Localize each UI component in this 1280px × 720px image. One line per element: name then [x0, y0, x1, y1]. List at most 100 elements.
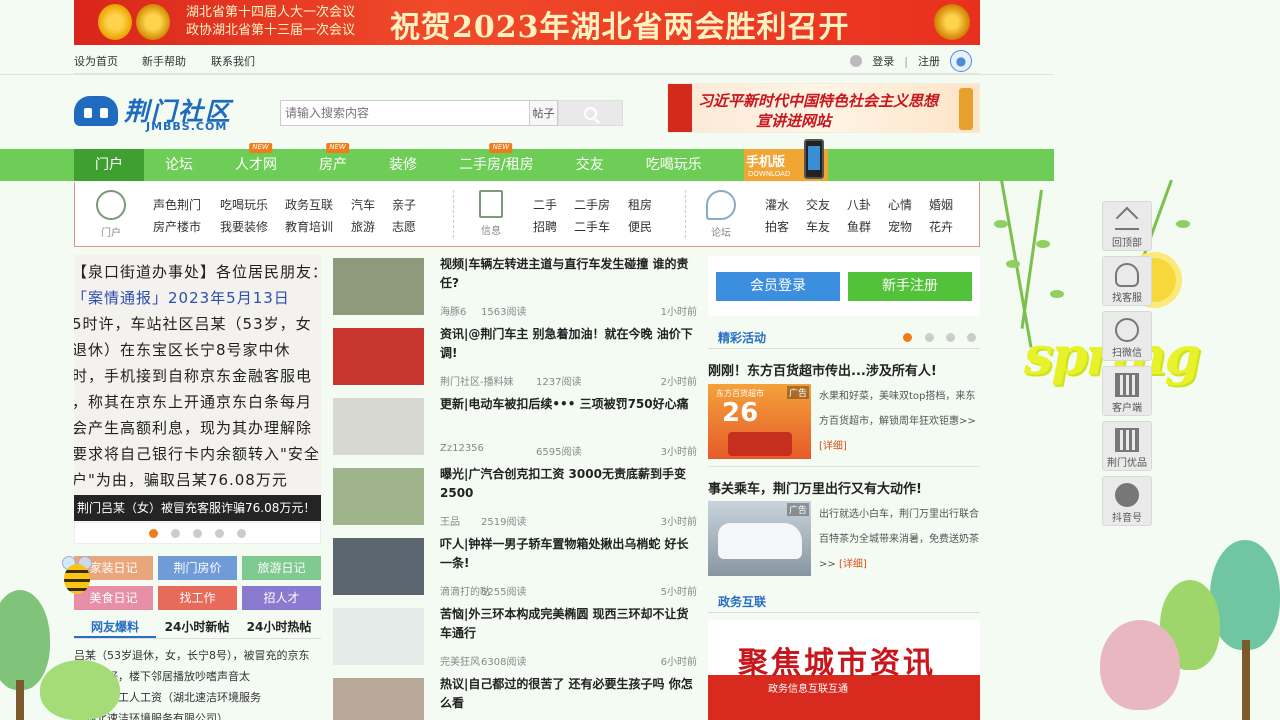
news-thumbnail[interactable]	[333, 608, 424, 665]
portal-group[interactable]: 门户	[93, 190, 129, 239]
news-author[interactable]: 海豚6	[440, 303, 466, 318]
nav-item[interactable]: 人才网 NEW	[214, 143, 298, 181]
search-input[interactable]	[280, 100, 530, 126]
subnav-link[interactable]: 旅游	[351, 218, 375, 235]
subnav-link[interactable]: 灌水	[765, 196, 789, 213]
carousel-dot[interactable]	[967, 333, 976, 342]
news-author[interactable]: 王品	[440, 513, 460, 528]
help-link[interactable]: 新手帮助	[142, 53, 186, 69]
subnav-link[interactable]: 声色荆门	[153, 196, 201, 213]
search-button[interactable]	[558, 100, 623, 126]
register-link[interactable]: 注册	[918, 53, 940, 69]
slider-dot[interactable]	[149, 528, 158, 538]
subnav-link[interactable]: 志愿	[392, 218, 416, 235]
news-title[interactable]: 资讯|@荆门车主 别急着加油！就在今晚 油价下调!	[440, 325, 697, 363]
float-button[interactable]: 客户端	[1102, 366, 1152, 416]
news-thumbnail[interactable]	[333, 678, 424, 720]
tag-button[interactable]: 找工作	[158, 586, 237, 610]
news-thumbnail[interactable]	[333, 398, 424, 455]
news-title[interactable]: 视频|车辆左转进主道与直行车发生碰撞 谁的责任?	[440, 255, 697, 293]
news-author[interactable]: 完美狂风	[440, 653, 480, 668]
subnav-link[interactable]: 二手	[533, 196, 557, 213]
detail-link[interactable]: [详细]	[839, 559, 867, 570]
info-group[interactable]: 信息	[473, 190, 509, 237]
news-item[interactable]: 苦恼|外三环本构成完美椭圆 现西三环却不让货车通行 完美狂风 6308阅读 6小时前	[333, 605, 697, 675]
float-button[interactable]: 找客服	[1102, 256, 1152, 306]
float-button[interactable]: 回顶部	[1102, 201, 1152, 251]
tag-button[interactable]: 荆门房价	[158, 556, 237, 580]
header-ad[interactable]: 习近平新时代中国特色社会主义思想 宣讲进网站	[667, 83, 980, 133]
activity-image[interactable]: 东方百货超市 26 广告	[708, 384, 811, 459]
new-register-button[interactable]: 新手注册	[848, 272, 972, 301]
float-button[interactable]: 扫微信	[1102, 311, 1152, 361]
slider-dot[interactable]	[215, 528, 224, 538]
subnav-link[interactable]: 八卦	[847, 196, 871, 213]
nav-item[interactable]: 门户	[74, 149, 144, 181]
feed-tab[interactable]: 24小时新帖	[156, 615, 238, 638]
carousel-dot[interactable]	[925, 333, 934, 342]
qq-icon[interactable]: ●	[950, 50, 972, 72]
news-thumbnail[interactable]	[333, 328, 424, 385]
nav-item[interactable]: 交友	[555, 149, 625, 181]
subnav-link[interactable]: 鱼群	[847, 218, 871, 235]
contact-link[interactable]: 联系我们	[211, 53, 255, 69]
login-link[interactable]: 登录	[872, 53, 894, 69]
subnav-link[interactable]: 拍客	[765, 218, 789, 235]
forum-group[interactable]: 论坛	[703, 190, 739, 239]
gov-banner[interactable]: 聚焦城市资讯 政务信息互联互通	[708, 620, 980, 720]
nav-item[interactable]: 房产 NEW	[298, 143, 368, 181]
nav-item[interactable]: 二手房/租房 NEW	[438, 143, 555, 181]
subnav-link[interactable]: 车友	[806, 218, 830, 235]
carousel-dot[interactable]	[903, 333, 912, 342]
subnav-link[interactable]: 二手房	[574, 196, 610, 213]
subnav-link[interactable]: 房产楼市	[153, 218, 201, 235]
subnav-link[interactable]: 政务互联	[285, 196, 333, 213]
news-author[interactable]: 荆门社区-播料妹	[440, 373, 514, 388]
image-slider[interactable]: 【泉口街道办事处】各位居民朋友： 「案情通报」2023年5月13日 5时许，车站社区…	[74, 255, 321, 521]
activity-title[interactable]: 事关乘车，荆门万里出行又有大动作!	[708, 478, 922, 497]
subnav-link[interactable]: 吃喝玩乐	[220, 196, 268, 213]
news-item[interactable]: 热议|自己都过的很苦了 还有必要生孩子吗 你怎么看	[333, 675, 697, 720]
subnav-link[interactable]: 教育培训	[285, 218, 333, 235]
set-home-link[interactable]: 设为首页	[74, 53, 118, 69]
news-thumbnail[interactable]	[333, 468, 424, 525]
subnav-link[interactable]: 汽车	[351, 196, 375, 213]
subnav-link[interactable]: 租房	[628, 196, 652, 213]
subnav-link[interactable]: 花卉	[929, 218, 953, 235]
activity-title[interactable]: 刚刚！东方百货超市传出...涉及所有人!	[708, 360, 937, 379]
news-title[interactable]: 吓人|钟祥一男子轿车置物箱处揪出乌梢蛇 好长一条!	[440, 535, 697, 573]
slider-dot[interactable]	[171, 528, 180, 538]
news-item[interactable]: 视频|车辆左转进主道与直行车发生碰撞 谁的责任? 海豚6 1563阅读 1小时前	[333, 255, 697, 325]
nav-item[interactable]: 装修	[368, 149, 438, 181]
nav-item[interactable]: 论坛	[144, 149, 214, 181]
subnav-link[interactable]: 婚姻	[929, 196, 953, 213]
subnav-link[interactable]: 我要装修	[220, 218, 268, 235]
subnav-link[interactable]: 便民	[628, 218, 652, 235]
subnav-link[interactable]: 二手车	[574, 218, 610, 235]
news-title[interactable]: 苦恼|外三环本构成完美椭圆 现西三环却不让货车通行	[440, 605, 697, 643]
news-item[interactable]: 曝光|广汽合创克扣工资 3000无责底薪到手变2500 王品 2519阅读 3小时前	[333, 465, 697, 535]
float-button[interactable]: 荆门优品	[1102, 421, 1152, 471]
detail-link[interactable]: [详细]	[819, 441, 847, 452]
tag-button[interactable]: 旅游日记	[242, 556, 321, 580]
news-title[interactable]: 热议|自己都过的很苦了 还有必要生孩子吗 你怎么看	[440, 675, 697, 713]
tag-button[interactable]: 招人才	[242, 586, 321, 610]
subnav-link[interactable]: 宠物	[888, 218, 912, 235]
site-logo[interactable]: 荆门社区 JMBBS.COM	[74, 92, 249, 133]
carousel-dot[interactable]	[946, 333, 955, 342]
subnav-link[interactable]: 亲子	[392, 196, 416, 213]
slider-dot[interactable]	[193, 528, 202, 538]
news-thumbnail[interactable]	[333, 258, 424, 315]
news-thumbnail[interactable]	[333, 538, 424, 595]
slide-caption[interactable]: 荆门吕某（女）被冒充客服诈骗76.08万元！	[74, 495, 321, 521]
float-button[interactable]: 抖音号	[1102, 476, 1152, 526]
member-login-button[interactable]: 会员登录	[716, 272, 840, 301]
activity-image[interactable]: 广告	[708, 501, 811, 576]
mobile-version-link[interactable]: 手机版 DOWNLOAD	[744, 139, 828, 181]
subnav-link[interactable]: 交友	[806, 196, 830, 213]
news-author[interactable]: Zz12356	[440, 443, 484, 454]
news-item[interactable]: 资讯|@荆门车主 别急着加油！就在今晚 油价下调! 荆门社区-播料妹 1237阅读 2…	[333, 325, 697, 395]
feed-tab[interactable]: 24小时热帖	[238, 615, 320, 638]
subnav-link[interactable]: 心情	[888, 196, 912, 213]
nav-item[interactable]: 吃喝玩乐	[625, 149, 723, 181]
